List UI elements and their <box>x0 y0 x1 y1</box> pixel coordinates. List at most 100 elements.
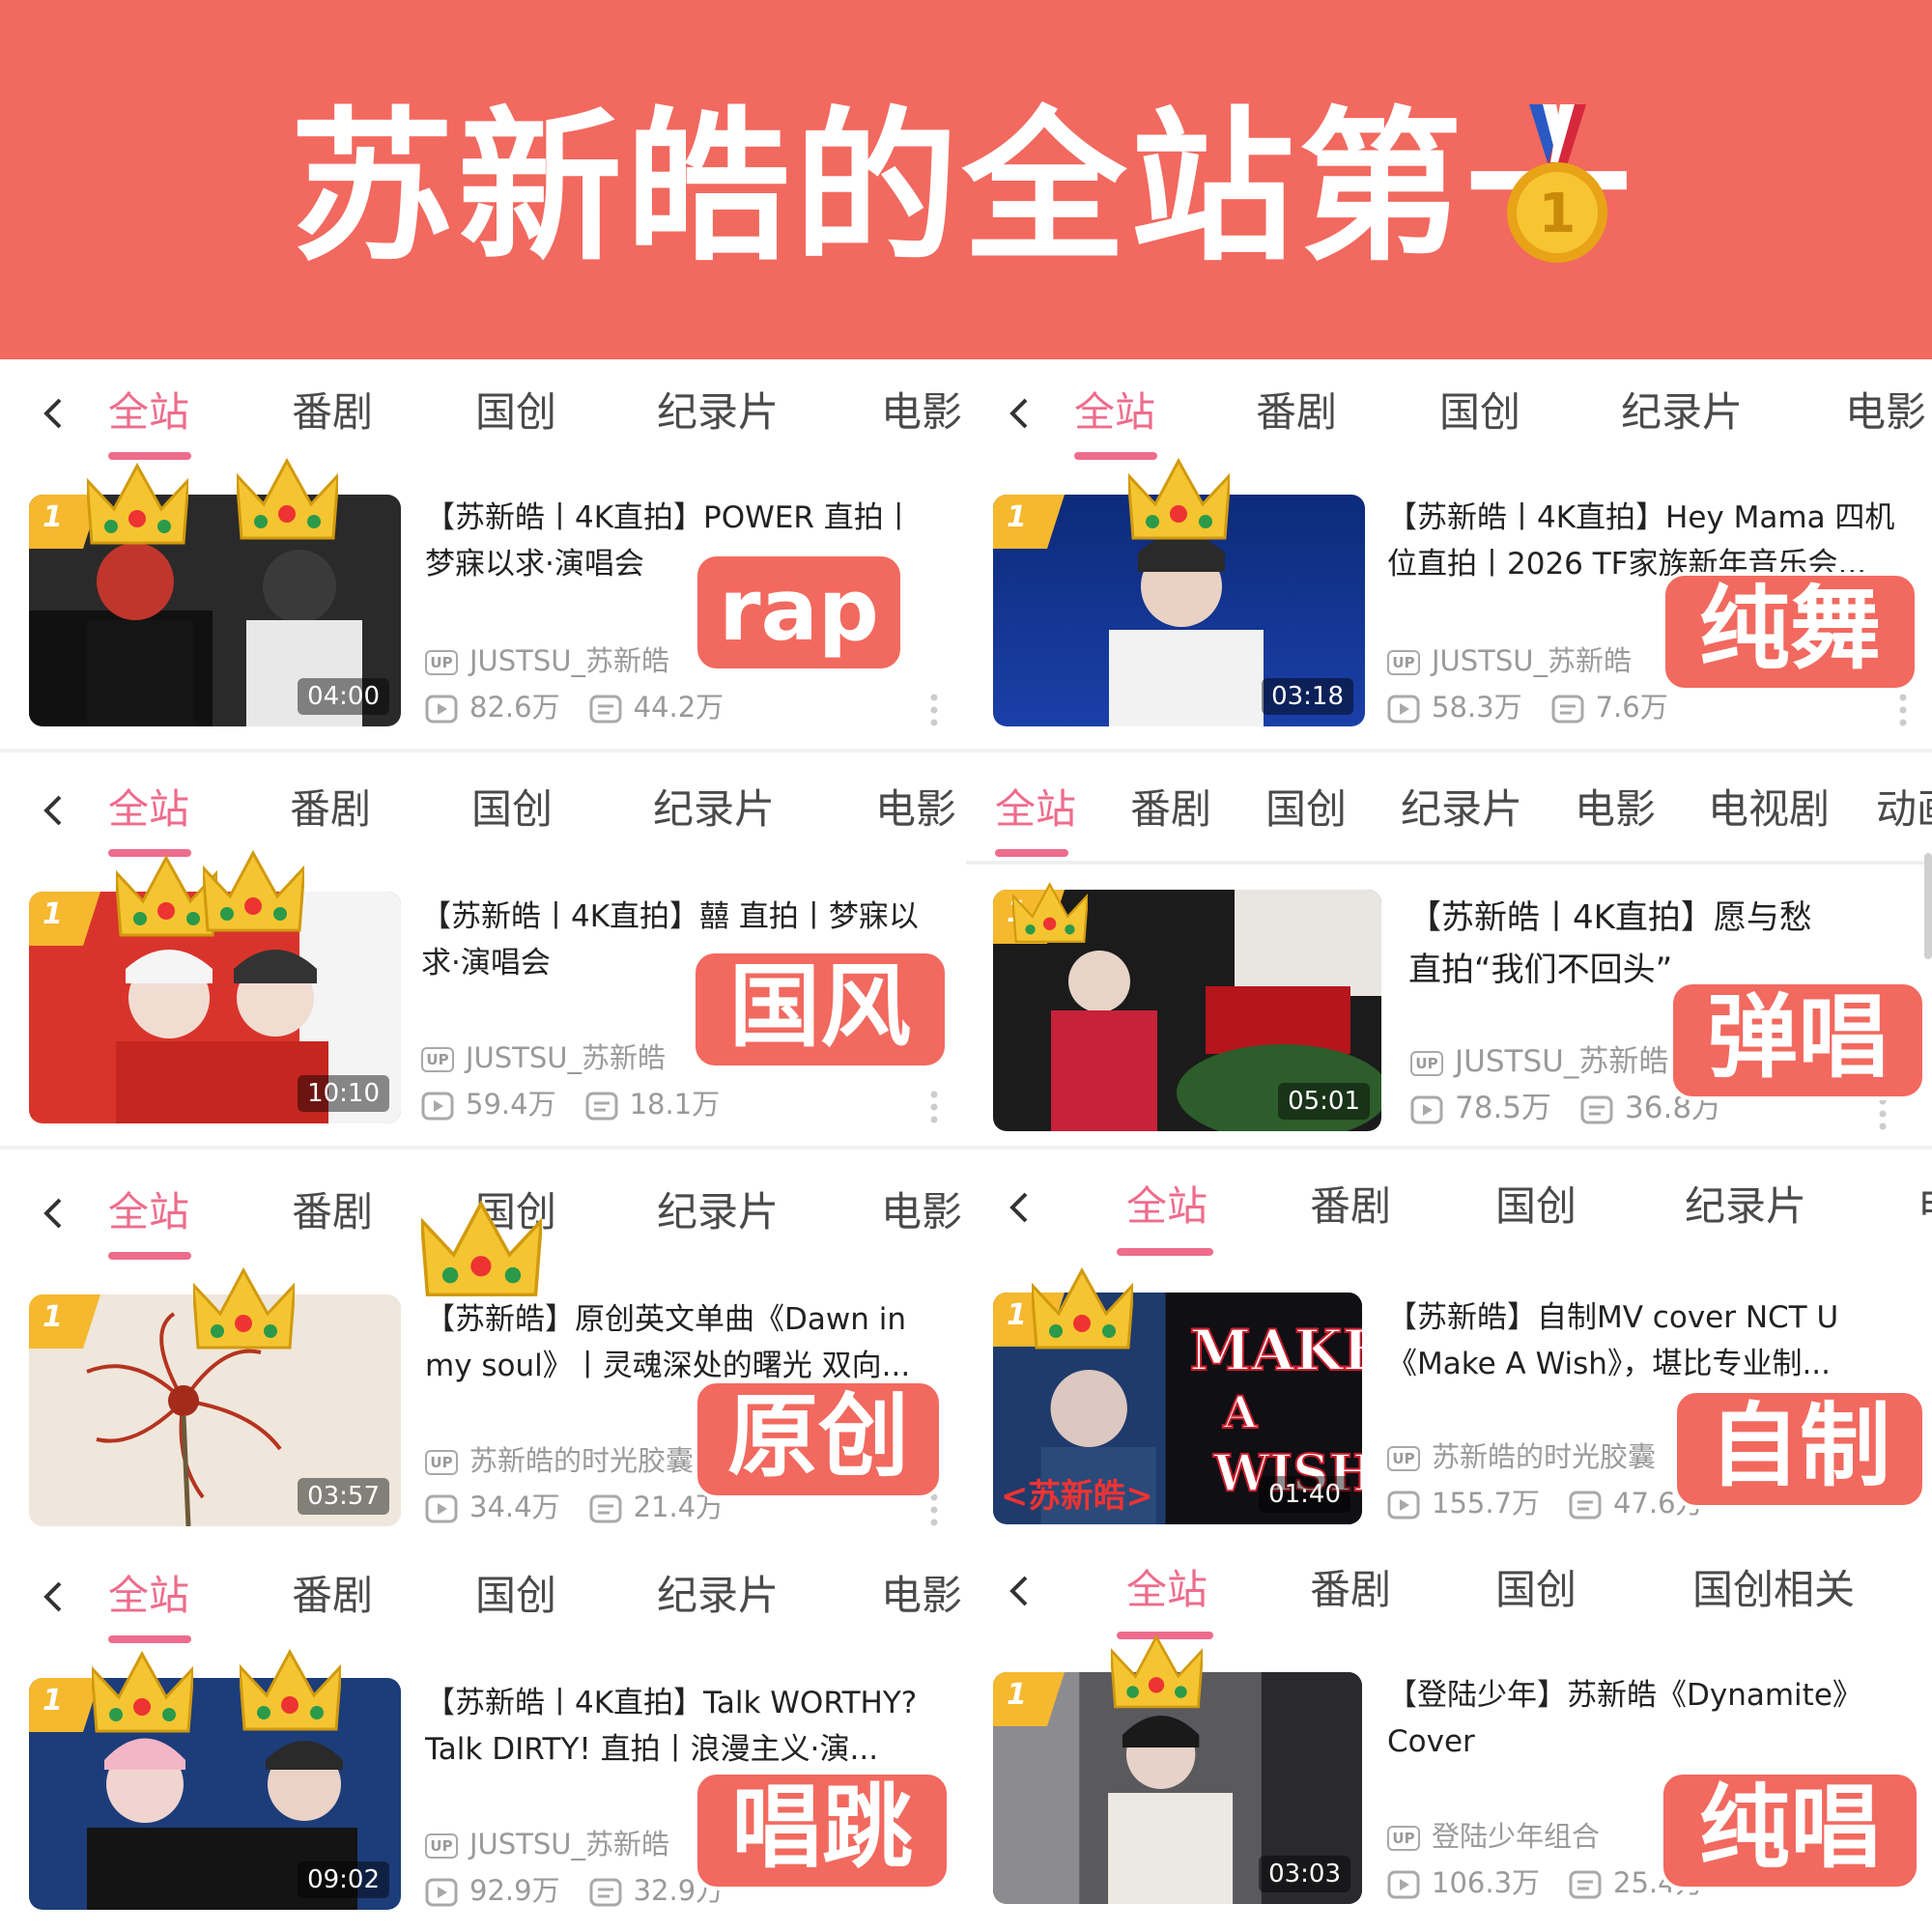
tab-anime[interactable]: 番剧 <box>292 388 373 437</box>
tab-all[interactable]: 全站 <box>108 1188 189 1236</box>
divider <box>966 749 1932 753</box>
tab-documentary[interactable]: 纪录片 <box>657 1572 779 1620</box>
back-arrow-icon[interactable] <box>1003 1190 1037 1225</box>
more-icon[interactable] <box>1878 1096 1888 1131</box>
tab-guochuang[interactable]: 国创 <box>475 388 556 437</box>
tab-anime[interactable]: 番剧 <box>1310 1566 1391 1614</box>
tab-anime[interactable]: 番剧 <box>290 785 371 834</box>
tab-guochuang[interactable]: 国创 <box>1439 388 1520 437</box>
tab-animation[interactable]: 动画 <box>1876 785 1932 834</box>
video-title[interactable]: 【登陆少年】苏新皓《Dynamite》 Cover <box>1387 1672 1909 1765</box>
tab-documentary[interactable]: 纪录片 <box>1621 388 1743 437</box>
danmaku-icon <box>589 1878 622 1907</box>
back-arrow-icon[interactable] <box>37 396 71 431</box>
tab-movie[interactable]: 电影 <box>1918 1182 1932 1231</box>
tab-documentary[interactable]: 纪录片 <box>1685 1182 1806 1231</box>
play-count-icon <box>421 1092 454 1121</box>
more-icon[interactable] <box>929 1090 939 1124</box>
rank-badge: 1 <box>993 1672 1065 1726</box>
video-author[interactable]: UP 苏新皓的时光胶囊 <box>425 1441 694 1480</box>
video-thumbnail[interactable]: 1 04:00 <box>29 495 401 726</box>
category-tabs: 全站 番剧 国创 纪录片 电影 <box>966 359 1932 466</box>
play-count-icon <box>1387 1870 1420 1899</box>
tab-documentary[interactable]: 纪录片 <box>1401 785 1522 834</box>
up-icon: UP <box>425 1450 458 1475</box>
category-tabs: 全站 番剧 国创 纪录片 电影 <box>0 359 966 466</box>
tab-anime[interactable]: 番剧 <box>292 1188 373 1236</box>
video-duration: 10:10 <box>298 1075 389 1112</box>
more-icon[interactable] <box>929 1492 939 1527</box>
more-icon[interactable] <box>929 693 939 727</box>
video-stats: 82.6万 44.2万 <box>425 688 724 726</box>
tab-guochuang-related[interactable]: 国创相关 <box>1692 1566 1855 1614</box>
category-label: 纯舞 <box>1662 572 1918 692</box>
banner-title: 苏新皓的全站第一 <box>290 93 1635 284</box>
tab-all[interactable]: 全站 <box>1126 1566 1208 1614</box>
tab-movie[interactable]: 电影 <box>1575 785 1656 834</box>
video-title[interactable]: 【苏新皓】原创英文单曲《Dawn in my soul》丨灵魂深处的曙光 双向.… <box>425 1296 947 1389</box>
rank-badge: 1 <box>29 1678 100 1732</box>
tab-movie[interactable]: 电影 <box>881 1188 962 1236</box>
tab-all[interactable]: 全站 <box>995 785 1076 834</box>
back-arrow-icon[interactable] <box>1003 1574 1037 1608</box>
tab-guochuang[interactable]: 国创 <box>475 1572 556 1620</box>
back-arrow-icon[interactable] <box>37 1196 71 1231</box>
tab-movie[interactable]: 电影 <box>1845 388 1926 437</box>
video-author[interactable]: UP JUSTSU_苏新皓 <box>425 1825 669 1863</box>
tab-anime[interactable]: 番剧 <box>292 1572 373 1620</box>
category-tabs: 全站 番剧 国创 纪录片 电影 电视剧 动画 <box>966 756 1932 865</box>
ranking-panel-3: 全站 番剧 国创 纪录片 电影 1 10:10 【苏新皓丨4K直拍】囍 直拍丨梦… <box>0 756 966 1150</box>
danmaku-icon <box>1569 1870 1602 1899</box>
back-arrow-icon[interactable] <box>1003 396 1037 431</box>
video-thumbnail[interactable]: 1 09:02 <box>29 1678 401 1910</box>
tab-documentary[interactable]: 纪录片 <box>653 785 775 834</box>
tab-all[interactable]: 全站 <box>108 388 189 437</box>
video-title[interactable]: 【苏新皓】自制MV cover NCT U 《Make A Wish》，堪比专业… <box>1387 1294 1909 1387</box>
tab-documentary[interactable]: 纪录片 <box>657 388 779 437</box>
more-icon[interactable] <box>1898 693 1908 727</box>
tab-all[interactable]: 全站 <box>108 1572 189 1620</box>
video-author[interactable]: UP 登陆少年组合 <box>1387 1817 1600 1856</box>
tab-tv-series[interactable]: 电视剧 <box>1708 785 1830 834</box>
back-arrow-icon[interactable] <box>37 793 71 828</box>
up-icon: UP <box>1387 1446 1420 1471</box>
video-duration: 04:00 <box>298 678 389 715</box>
play-count-icon <box>425 695 458 724</box>
up-icon: UP <box>425 1833 458 1859</box>
tab-movie[interactable]: 电影 <box>875 785 956 834</box>
category-tabs: 全站 番剧 国创 纪录片 电影 <box>0 1543 966 1649</box>
video-author[interactable]: UP 苏新皓的时光胶囊 <box>1387 1437 1656 1476</box>
tab-guochuang[interactable]: 国创 <box>1495 1566 1577 1614</box>
video-author[interactable]: UP JUSTSU_苏新皓 <box>421 1038 666 1077</box>
video-stats: 92.9万 32.9万 <box>425 1871 724 1910</box>
ranking-panel-8: 全站 番剧 国创 国创相关 1 03:03 【登陆少年】苏新皓《Dynamite… <box>966 1543 1932 1932</box>
divider <box>0 749 966 753</box>
video-stats: 78.5万 36.8万 <box>1410 1089 1721 1127</box>
divider <box>966 1146 1932 1150</box>
back-arrow-icon[interactable] <box>37 1579 71 1614</box>
play-count-icon <box>1410 1095 1443 1123</box>
crown-icon <box>1109 1632 1205 1717</box>
video-author[interactable]: UP JUSTSU_苏新皓 <box>1387 641 1632 680</box>
tab-movie[interactable]: 电影 <box>881 388 962 437</box>
up-icon: UP <box>421 1047 454 1072</box>
crown-icon <box>201 848 306 940</box>
tab-all[interactable]: 全站 <box>108 785 189 834</box>
tab-movie[interactable]: 电影 <box>881 1572 962 1620</box>
category-label: 唱跳 <box>694 1771 951 1890</box>
video-author[interactable]: UP JUSTSU_苏新皓 <box>1410 1042 1668 1081</box>
tab-anime[interactable]: 番剧 <box>1130 785 1211 834</box>
tab-guochuang[interactable]: 国创 <box>1265 785 1347 834</box>
tab-anime[interactable]: 番剧 <box>1310 1182 1391 1231</box>
tab-all[interactable]: 全站 <box>1074 388 1155 437</box>
video-title[interactable]: 【苏新皓丨4K直拍】Talk WORTHY? Talk DIRTY! 直拍丨浪漫… <box>425 1680 947 1773</box>
crown-icon <box>419 1198 544 1306</box>
danmaku-icon <box>1569 1491 1602 1520</box>
tab-all[interactable]: 全站 <box>1126 1182 1208 1231</box>
tab-guochuang[interactable]: 国创 <box>1495 1182 1577 1231</box>
tab-guochuang[interactable]: 国创 <box>471 785 553 834</box>
tab-documentary[interactable]: 纪录片 <box>657 1188 779 1236</box>
category-label: 自制 <box>1673 1389 1926 1509</box>
video-author[interactable]: UP JUSTSU_苏新皓 <box>425 641 669 680</box>
tab-anime[interactable]: 番剧 <box>1256 388 1337 437</box>
